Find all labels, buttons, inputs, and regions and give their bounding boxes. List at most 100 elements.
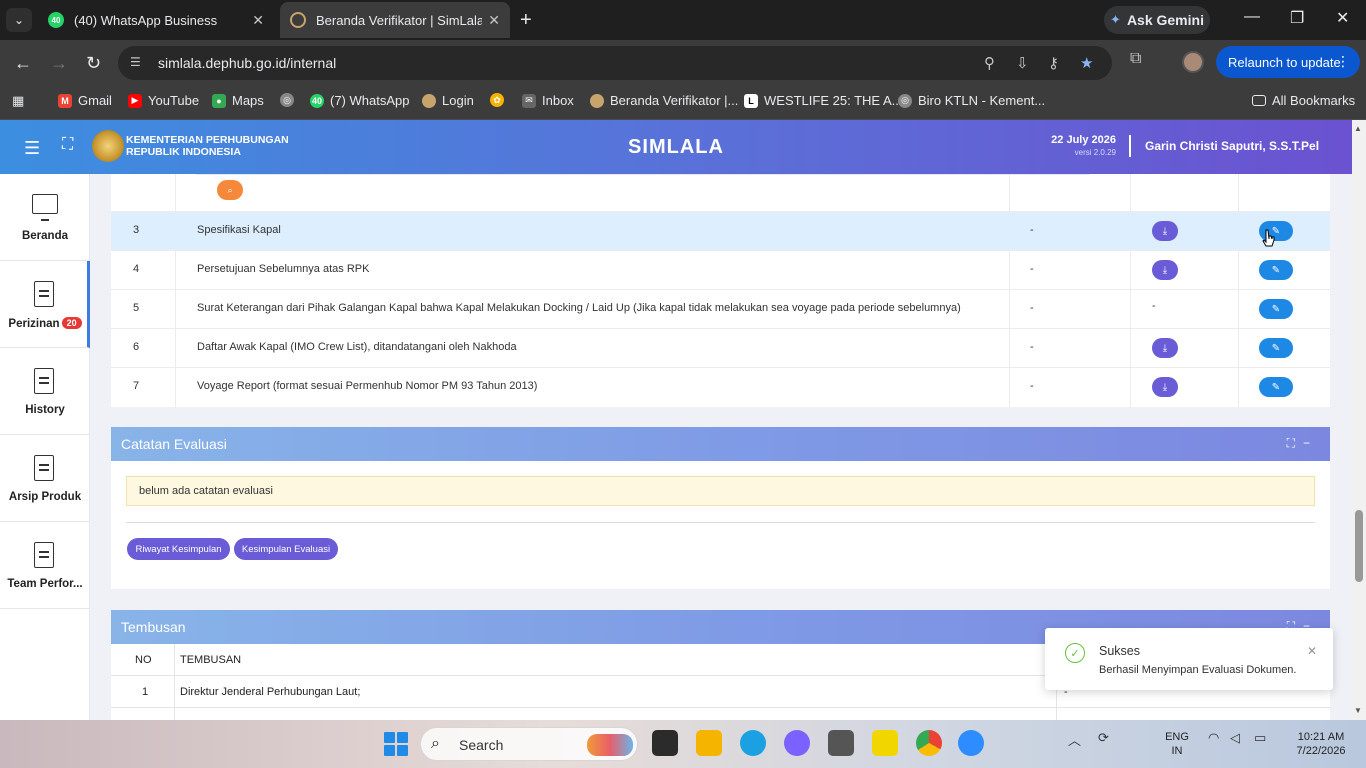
zoom-icon[interactable]: ⚲ bbox=[984, 54, 995, 72]
reload-icon[interactable]: ↻ bbox=[86, 51, 101, 75]
edit-button[interactable]: ✎ bbox=[1259, 377, 1293, 397]
maximize-icon[interactable]: ❐ bbox=[1290, 8, 1304, 28]
edit-button[interactable]: ✎ bbox=[1259, 260, 1293, 280]
lang-bottom: IN bbox=[1171, 745, 1183, 757]
close-icon[interactable]: ✕ bbox=[252, 12, 264, 29]
taskbar-search[interactable]: ⌕ Search bbox=[420, 727, 638, 761]
scroll-down-icon[interactable]: ▼ bbox=[1354, 706, 1362, 715]
sidebar-item-arsip-produk[interactable]: Arsip Produk bbox=[0, 435, 90, 522]
page-scrollbar[interactable]: ▲ ▼ bbox=[1352, 120, 1366, 720]
clock-time: 10:21 AM bbox=[1297, 731, 1345, 743]
tray-overflow-icon[interactable]: ︿ bbox=[1068, 730, 1081, 749]
window-close-icon[interactable]: ✕ bbox=[1336, 8, 1349, 28]
more-menu-icon[interactable]: ⋮ bbox=[1336, 53, 1350, 70]
collapse-icon[interactable]: − bbox=[1303, 436, 1318, 450]
bookmark-youtube[interactable]: ▶ YouTube bbox=[128, 93, 199, 108]
wifi-icon[interactable]: ◠ bbox=[1208, 730, 1219, 746]
download-button[interactable]: ⤓ bbox=[1152, 338, 1178, 358]
row-number: 5 bbox=[133, 302, 140, 314]
whatsapp-icon: 40 bbox=[310, 93, 324, 108]
bookmark-label: Gmail bbox=[78, 93, 112, 108]
tab-title: (40) WhatsApp Business bbox=[74, 12, 218, 28]
scroll-up-icon[interactable]: ▲ bbox=[1354, 124, 1362, 133]
edge-icon[interactable] bbox=[740, 730, 766, 756]
recipient-name: Direktur Jenderal Perhubungan Laut; bbox=[180, 686, 361, 698]
password-key-icon[interactable]: ⚷ bbox=[1048, 54, 1059, 72]
windows-start-icon[interactable] bbox=[384, 732, 408, 756]
download-button[interactable]: ⤓ bbox=[1152, 260, 1178, 280]
tab-whatsapp[interactable]: 40 (40) WhatsApp Business ✕ bbox=[38, 2, 274, 38]
bookmark-maps[interactable]: ● Maps bbox=[212, 93, 264, 108]
bookmark-inbox[interactable]: ✉ Inbox bbox=[522, 93, 574, 108]
lang-top: ENG bbox=[1165, 731, 1189, 743]
file-explorer-icon[interactable] bbox=[696, 730, 722, 756]
expand-icon[interactable]: ⛶ bbox=[1287, 436, 1303, 450]
table-row: 3 Spesifikasi Kapal - ⤓ ✎ bbox=[111, 211, 1330, 250]
relaunch-button[interactable]: Relaunch to update ⋮ bbox=[1216, 46, 1360, 78]
document-status: - bbox=[1030, 302, 1034, 314]
minimize-icon[interactable]: — bbox=[1244, 8, 1260, 26]
camera-icon[interactable] bbox=[828, 730, 854, 756]
taskbar-clock[interactable]: 10:21 AM 7/22/2026 bbox=[1284, 730, 1358, 758]
document-status: - bbox=[1030, 224, 1034, 236]
battery-icon[interactable]: ▭ bbox=[1254, 730, 1266, 746]
close-icon[interactable]: ✕ bbox=[488, 12, 500, 29]
zoom-app-icon[interactable] bbox=[958, 730, 984, 756]
bookmark-whatsapp[interactable]: 40 (7) WhatsApp bbox=[310, 93, 409, 108]
volume-icon[interactable]: ◁ bbox=[1230, 730, 1240, 746]
document-name: Voyage Report (format sesuai Permenhub N… bbox=[197, 380, 538, 392]
user-name[interactable]: Garin Christi Saputri, S.S.T.Pel bbox=[1145, 139, 1319, 153]
all-bookmarks[interactable]: All Bookmarks bbox=[1252, 93, 1355, 108]
evaluation-note: belum ada catatan evaluasi bbox=[126, 476, 1315, 506]
extensions-icon[interactable]: ⧉ bbox=[1130, 50, 1141, 68]
apps-icon[interactable]: ▦ bbox=[12, 93, 24, 109]
copilot-icon[interactable] bbox=[784, 730, 810, 756]
bookmark-label: Maps bbox=[232, 93, 264, 108]
bookmark-gmail[interactable]: M Gmail bbox=[58, 93, 112, 108]
tab-simlala[interactable]: Beranda Verifikator | SimLala ✕ bbox=[280, 2, 510, 38]
edit-button[interactable]: ✎ bbox=[1259, 299, 1293, 319]
new-tab-button[interactable]: + bbox=[520, 8, 532, 32]
sync-icon[interactable]: ⟳ bbox=[1098, 730, 1109, 746]
bookmark-star-icon[interactable]: ★ bbox=[1080, 54, 1093, 72]
scroll-thumb[interactable] bbox=[1355, 510, 1363, 582]
globe-icon[interactable]: ◎ bbox=[280, 93, 294, 107]
sidebar-item-history[interactable]: History bbox=[0, 348, 90, 435]
profile-avatar[interactable] bbox=[1182, 51, 1204, 73]
card-title: Tembusan bbox=[121, 619, 186, 635]
header-date: 22 July 2026 bbox=[1051, 134, 1116, 146]
bookmark-westlife[interactable]: L WESTLIFE 25: THE A... bbox=[744, 93, 902, 108]
success-toast: ✓ Sukses Berhasil Menyimpan Evaluasi Dok… bbox=[1045, 628, 1333, 690]
search-icon[interactable]: ⌕ bbox=[217, 180, 243, 200]
sidebar-item-team-performance[interactable]: Team Perfor... bbox=[0, 522, 90, 609]
back-icon[interactable]: ← bbox=[14, 51, 32, 75]
bookmark-beranda[interactable]: Beranda Verifikator |... bbox=[590, 93, 738, 108]
address-bar[interactable]: ☰ simlala.dephub.go.id/internal ⚲ ⇩ ⚷ ★ bbox=[118, 46, 1112, 80]
l-icon: L bbox=[744, 93, 758, 108]
url-text[interactable]: simlala.dephub.go.id/internal bbox=[158, 55, 336, 71]
task-view-icon[interactable] bbox=[652, 730, 678, 756]
riwayat-kesimpulan-button[interactable]: Riwayat Kesimpulan bbox=[127, 538, 230, 560]
bookmark-pinwheel[interactable]: ✿ bbox=[490, 93, 504, 107]
install-icon[interactable]: ⇩ bbox=[1016, 54, 1029, 72]
tab-search-button[interactable]: ⌄ bbox=[6, 8, 32, 32]
download-button[interactable]: ⤓ bbox=[1152, 221, 1178, 241]
download-button[interactable]: ⤓ bbox=[1152, 377, 1178, 397]
site-info-icon[interactable]: ☰ bbox=[130, 55, 146, 71]
search-icon: ⌕ bbox=[431, 735, 440, 752]
sticky-notes-icon[interactable] bbox=[872, 730, 898, 756]
tab-title: Beranda Verifikator | SimLala bbox=[316, 12, 483, 28]
kesimpulan-evaluasi-button[interactable]: Kesimpulan Evaluasi bbox=[234, 538, 338, 560]
bookmark-login[interactable]: Login bbox=[422, 93, 474, 108]
ask-gemini-button[interactable]: ✦ Ask Gemini bbox=[1104, 6, 1210, 34]
sidebar-item-perizinan[interactable]: Perizinan 20 bbox=[0, 261, 90, 348]
chrome-icon[interactable] bbox=[916, 730, 942, 756]
sidebar-item-label: Arsip Produk bbox=[8, 491, 82, 503]
input-language[interactable]: ENG IN bbox=[1160, 730, 1194, 758]
sidebar-item-beranda[interactable]: Beranda bbox=[0, 174, 90, 261]
bookmark-biro-ktln[interactable]: ◎ Biro KTLN - Kement... bbox=[898, 93, 1045, 108]
edit-button[interactable]: ✎ bbox=[1259, 338, 1293, 358]
close-icon[interactable]: ✕ bbox=[1307, 644, 1317, 658]
bookmarks-bar: ▦ M Gmail ▶ YouTube ● Maps ◎ 40 (7) WhatsApp… bbox=[0, 86, 1366, 120]
forward-icon[interactable]: → bbox=[50, 51, 68, 75]
